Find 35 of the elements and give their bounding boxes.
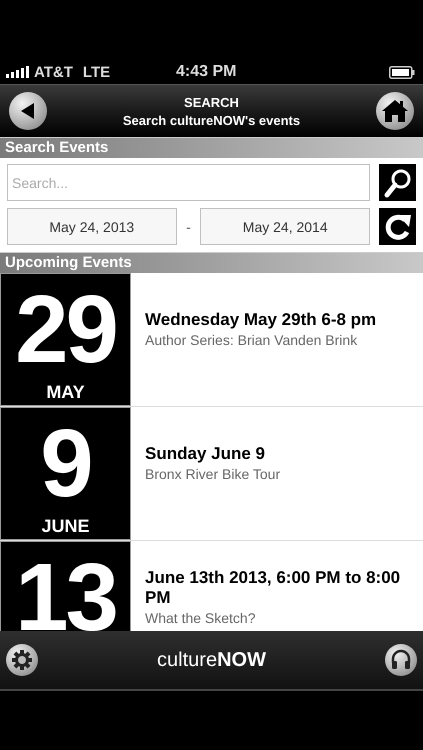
event-subtitle: Author Series: Brian Vanden Brink (145, 332, 358, 348)
date-separator: - (186, 218, 192, 234)
section-header: Upcoming Events (0, 252, 423, 273)
start-date-field[interactable]: May 24, 2013 (7, 208, 177, 245)
month-name: MAY (46, 382, 85, 403)
home-button[interactable] (376, 92, 414, 130)
event-subtitle: What the Sketch? (145, 610, 257, 626)
clock-time: 4:43 PM (176, 63, 236, 81)
event-title: June 13th 2013, 6:00 PM to 8:00 PM (145, 568, 402, 608)
screen-title: SEARCH (184, 94, 239, 110)
refresh-button[interactable] (379, 208, 416, 245)
event-subtitle: Bronx River Bike Tour (145, 466, 280, 482)
section-header: Search Events (0, 137, 423, 158)
network-type: LTE (82, 64, 110, 80)
search-icon (384, 168, 412, 198)
event-title: Sunday June 9 (145, 444, 266, 464)
settings-button[interactable] (6, 644, 38, 676)
screen-subtitle: Search cultureNOW's events (122, 112, 300, 128)
signal-icon (6, 66, 30, 78)
search-field[interactable]: Search... (7, 164, 370, 201)
event-title: Wednesday May 29th 6-8 pm (145, 310, 376, 330)
day-number: 29 (15, 280, 116, 380)
event-row[interactable]: 29 MAY Wednesday May 29th 6-8 pm Author Series: Brian Vanden Brink (0, 273, 423, 407)
home-icon (381, 98, 409, 124)
carrier-name: AT&T (34, 64, 73, 80)
battery-icon (389, 66, 415, 78)
app-logo: cultureNOW (157, 648, 266, 672)
audio-button[interactable] (384, 644, 417, 676)
gear-icon (11, 649, 33, 671)
month-name: JUNE (41, 516, 90, 537)
back-button[interactable] (9, 92, 47, 130)
end-date-field[interactable]: May 24, 2014 (200, 208, 370, 245)
search-button[interactable] (379, 164, 416, 201)
day-number: 9 (40, 414, 91, 514)
event-row[interactable]: 9 JUNE Sunday June 9 Bronx River Bike Tour (0, 407, 423, 541)
